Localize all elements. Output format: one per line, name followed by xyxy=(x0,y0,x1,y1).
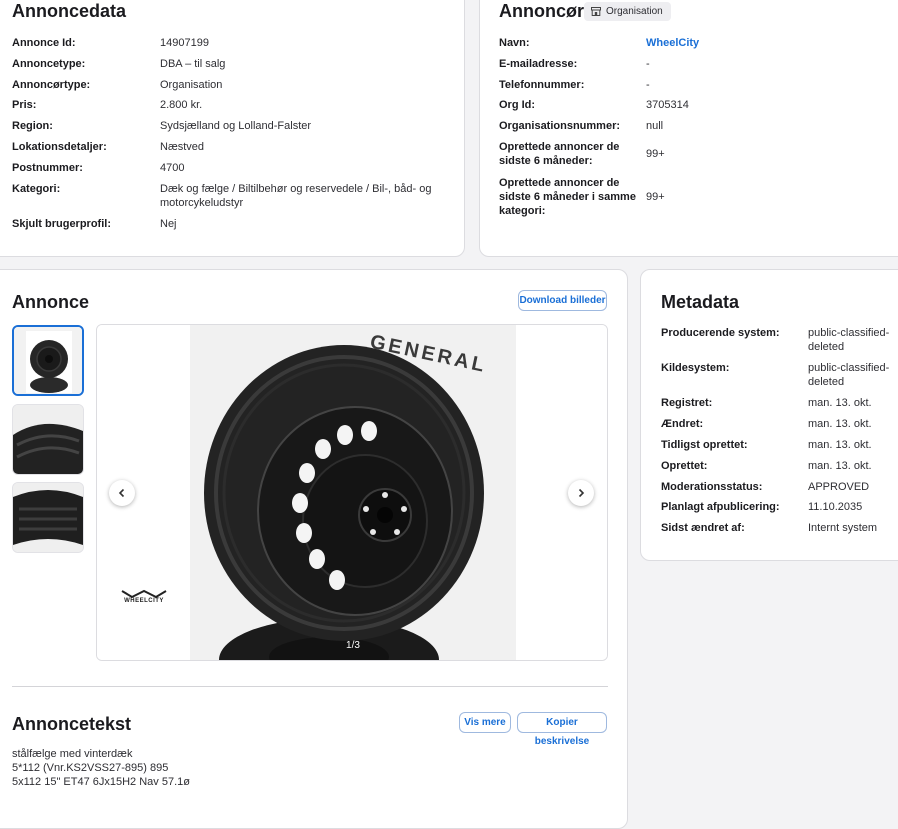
chevron-right-icon xyxy=(578,488,585,498)
label-org-id: Org Id: xyxy=(499,99,536,111)
annoncedata-title: Annoncedata xyxy=(12,1,127,21)
value-producerende-system-line1: public-classified- xyxy=(808,327,890,339)
thumbnail-1[interactable] xyxy=(12,325,84,396)
label-aendret: Ændret: xyxy=(661,418,704,430)
metadata-title: Metadata xyxy=(661,292,740,312)
organisation-badge: Organisation xyxy=(584,2,671,21)
annoncoer-title: Annoncør xyxy=(499,1,584,21)
thumbnail-2[interactable] xyxy=(12,404,84,475)
value-tidligst-oprettet: man. 13. okt. xyxy=(808,439,872,451)
label-annoncetype: Annoncetype: xyxy=(12,58,86,70)
value-region: Sydsjælland og Lolland-Falster xyxy=(160,120,312,132)
copy-description-button[interactable]: Kopier beskrivelse xyxy=(517,712,607,747)
label-navn: Navn: xyxy=(499,37,530,49)
label-registret: Registret: xyxy=(661,397,713,409)
value-annoncortype: Organisation xyxy=(160,79,223,91)
chevron-left-icon xyxy=(118,488,125,498)
value-annonce-id: 14907199 xyxy=(160,37,209,49)
value-kategori-line1: Dæk og fælge / Biltilbehør og reservedel… xyxy=(160,183,432,195)
value-pris: 2.800 kr. xyxy=(160,99,203,111)
value-kategori-line2: motorcykeludstyr xyxy=(160,197,244,209)
label-oprettede-kategori-line2: sidste 6 måneder i samme xyxy=(499,191,636,203)
label-oprettede-kategori-line3: kategori: xyxy=(499,205,546,217)
ad-text-line-2: 5*112 (Vnr.KS2VSS27-895) 895 xyxy=(12,762,169,774)
value-aendret: man. 13. okt. xyxy=(808,418,872,430)
label-sidst-aendret-af: Sidst ændret af: xyxy=(661,522,745,534)
value-kildesystem-line1: public-classified- xyxy=(808,362,890,374)
show-more-button[interactable]: Vis mere xyxy=(459,712,511,733)
label-email: E-mailadresse: xyxy=(499,58,578,70)
label-moderationsstatus: Moderationsstatus: xyxy=(661,481,763,493)
value-kildesystem-line2: deleted xyxy=(808,376,845,388)
value-navn-link[interactable]: WheelCity xyxy=(646,36,699,50)
value-postnummer: 4700 xyxy=(160,162,185,174)
label-pris: Pris: xyxy=(12,99,37,111)
shop-icon xyxy=(591,7,601,16)
label-annoncortype: Annoncørtype: xyxy=(12,79,91,91)
download-images-button[interactable]: Download billeder xyxy=(518,290,607,311)
value-sidst-aendret-af: Internt system xyxy=(808,522,878,534)
annoncetekst-title: Annoncetekst xyxy=(12,714,132,734)
next-image-button[interactable] xyxy=(568,480,594,506)
value-telefon: - xyxy=(646,79,650,91)
main-wheel-image xyxy=(97,325,607,660)
value-skjult-brugerprofil: Nej xyxy=(160,218,177,230)
value-registret: man. 13. okt. xyxy=(808,397,872,409)
wheel-thumbnail-image xyxy=(14,327,82,394)
value-moderationsstatus: APPROVED xyxy=(808,481,870,493)
value-annoncetype: DBA – til salg xyxy=(160,58,226,70)
label-telefon: Telefonnummer: xyxy=(499,79,585,91)
label-lokationsdetaljer: Lokationsdetaljer: xyxy=(12,141,107,153)
value-org-id: 3705314 xyxy=(646,99,689,111)
thumbnail-3[interactable] xyxy=(12,482,84,553)
label-planlagt-afpublicering: Planlagt afpublicering: xyxy=(661,501,780,513)
label-annonce-id: Annonce Id: xyxy=(12,37,76,49)
tire-tread-thumbnail-image xyxy=(13,405,83,474)
label-producerende-system: Producerende system: xyxy=(661,327,780,339)
label-kategori: Kategori: xyxy=(12,183,61,195)
value-oprettede-6m: 99+ xyxy=(646,148,665,160)
label-postnummer: Postnummer: xyxy=(12,162,83,174)
value-planlagt-afpublicering: 11.10.2035 xyxy=(808,501,863,513)
previous-image-button[interactable] xyxy=(109,480,135,506)
label-organisationsnummer: Organisationsnummer: xyxy=(499,120,621,132)
value-organisationsnummer: null xyxy=(646,120,664,132)
section-divider xyxy=(12,686,608,687)
annonce-title: Annonce xyxy=(12,292,90,312)
value-email: - xyxy=(646,58,650,70)
ad-text-line-1: stålfælge med vinterdæk xyxy=(12,748,133,760)
label-oprettede-6m-line2: sidste 6 måneder: xyxy=(499,155,593,167)
image-counter: 1/3 xyxy=(346,640,360,651)
label-oprettede-kategori-line1: Oprettede annoncer de xyxy=(499,177,620,189)
value-producerende-system-line2: deleted xyxy=(808,341,845,353)
label-kildesystem: Kildesystem: xyxy=(661,362,730,374)
value-lokationsdetaljer: Næstved xyxy=(160,141,205,153)
label-oprettet: Oprettet: xyxy=(661,460,708,472)
badge-label: Organisation xyxy=(606,6,663,17)
label-oprettede-6m-line1: Oprettede annoncer de xyxy=(499,141,620,153)
wheelcity-watermark: WHEELCITY xyxy=(124,598,164,604)
tire-side-thumbnail-image xyxy=(13,483,83,552)
ad-text-line-3: 5x112 15" ET47 6Jx15H2 Nav 57.1ø xyxy=(12,776,190,788)
label-region: Region: xyxy=(12,120,53,132)
value-oprettede-kategori: 99+ xyxy=(646,191,665,203)
value-oprettet: man. 13. okt. xyxy=(808,460,872,472)
image-viewer[interactable]: GENERAL WHEELCITY xyxy=(96,324,608,661)
label-skjult-brugerprofil: Skjult brugerprofil: xyxy=(12,218,111,230)
label-tidligst-oprettet: Tidligst oprettet: xyxy=(661,439,748,451)
